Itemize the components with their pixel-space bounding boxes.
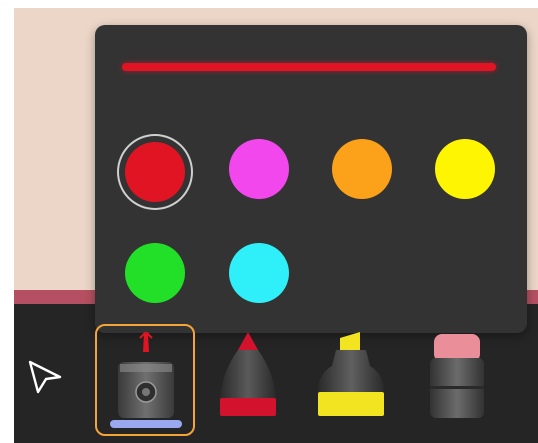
color-swatch-orange[interactable] [332,139,392,199]
color-swatch-red[interactable] [125,142,185,202]
color-swatch-yellow[interactable] [435,139,495,199]
eraser-tool-button[interactable] [422,332,492,422]
whiteboard-stage [0,0,538,443]
pen-icon [110,332,182,428]
color-swatch-green[interactable] [125,243,185,303]
color-picker-popover [95,25,527,333]
highlighter-tool-button[interactable] [310,332,392,422]
pointer-tool-button[interactable] [26,358,66,398]
pen-tool-button[interactable] [110,332,182,432]
pointer-arrow-icon [28,360,62,394]
eraser-icon [430,334,484,418]
highlighter-icon [318,332,384,416]
marker-icon [220,332,276,416]
marker-tool-button[interactable] [214,332,282,422]
color-swatch-magenta[interactable] [229,139,289,199]
color-swatch-cyan[interactable] [229,243,289,303]
stroke-preview [122,63,496,71]
